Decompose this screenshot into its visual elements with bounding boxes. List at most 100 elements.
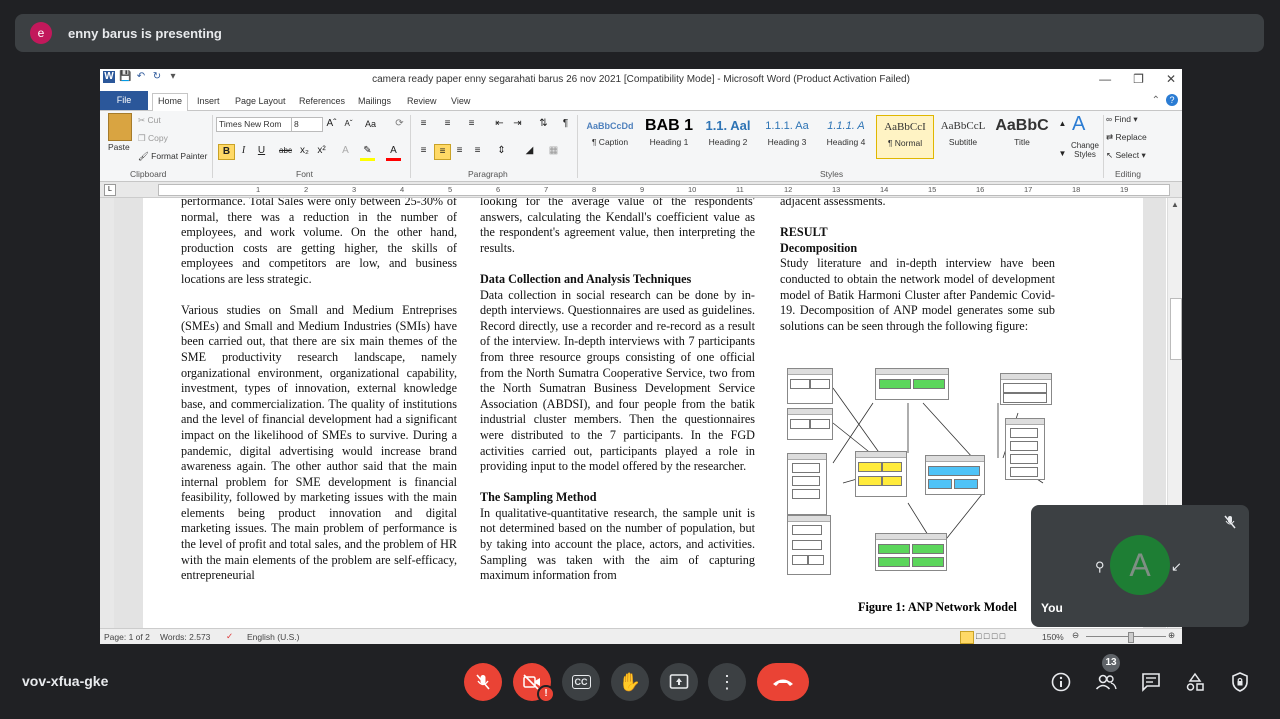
- zoom-slider-thumb[interactable]: [1128, 632, 1134, 643]
- text-effects-icon[interactable]: A: [338, 144, 353, 158]
- tab-file[interactable]: File: [100, 91, 148, 110]
- style-caption[interactable]: AaBbCcDd ¶ Caption: [582, 115, 638, 157]
- shading-icon[interactable]: ◢: [522, 144, 537, 158]
- format-painter-button[interactable]: 🖌 Format Painter: [138, 151, 207, 162]
- clear-formatting-icon[interactable]: ⟳: [392, 117, 407, 131]
- find-button[interactable]: ∞ Find ▾: [1106, 114, 1138, 125]
- sort-icon[interactable]: ⇅: [536, 117, 551, 131]
- word-count[interactable]: Words: 2.573: [160, 632, 210, 642]
- styles-scroll-up-icon[interactable]: ▲: [1055, 117, 1070, 131]
- paste-icon[interactable]: [108, 113, 132, 141]
- align-left-icon[interactable]: ≡: [416, 144, 431, 158]
- tab-page-layout[interactable]: Page Layout: [235, 96, 286, 106]
- self-view-tile[interactable]: A ⚲ ↙ You: [1031, 505, 1249, 627]
- activities-button[interactable]: [1181, 668, 1209, 696]
- change-styles-icon[interactable]: A: [1072, 113, 1085, 136]
- clipboard-group-label: Clipboard: [130, 169, 167, 179]
- grow-font-icon[interactable]: Aˆ: [324, 117, 339, 131]
- people-button[interactable]: 13: [1092, 654, 1120, 696]
- style-heading-2[interactable]: 1.1. Aal Heading 2: [700, 115, 756, 157]
- raise-hand-button[interactable]: ✋: [611, 663, 649, 701]
- document-area[interactable]: performance. Total Sales were only betwe…: [114, 198, 1166, 629]
- change-case-icon[interactable]: Aa: [363, 117, 378, 131]
- ruler-scale[interactable]: 1 2 3 4 5 6 7 8 9 10 11 12 13 14 15 16 17 18 19: [158, 184, 1170, 196]
- style-heading-4[interactable]: 1.1.1. A Heading 4: [818, 115, 874, 157]
- document-page[interactable]: performance. Total Sales were only betwe…: [143, 198, 1143, 629]
- multilevel-list-icon[interactable]: ≡: [464, 117, 479, 131]
- paragraph: In qualitative-quantitative research, th…: [480, 505, 755, 583]
- help-icon[interactable]: ?: [1166, 94, 1178, 106]
- style-normal[interactable]: AaBbCcI ¶ Normal: [876, 115, 934, 159]
- cut-button[interactable]: ✂ Cut: [138, 115, 161, 126]
- shrink-font-icon[interactable]: Aˇ: [341, 117, 356, 131]
- increase-indent-icon[interactable]: ⇥: [510, 117, 525, 131]
- scroll-up-icon[interactable]: ▲: [1171, 200, 1179, 209]
- select-button[interactable]: ↖ Select ▾: [1106, 150, 1146, 161]
- style-heading-3[interactable]: 1.1.1. Aa Heading 3: [759, 115, 815, 157]
- decrease-indent-icon[interactable]: ⇤: [492, 117, 507, 131]
- numbering-icon[interactable]: ≡: [440, 117, 455, 131]
- font-name-select[interactable]: Times New Rom: [216, 117, 292, 132]
- language[interactable]: English (U.S.): [247, 632, 299, 642]
- style-subtitle[interactable]: AaBbCcL Subtitle: [935, 115, 991, 157]
- scroll-thumb[interactable]: [1170, 298, 1182, 360]
- highlight-icon[interactable]: ✎: [360, 144, 375, 161]
- subscript-icon[interactable]: x₂: [297, 144, 312, 158]
- bold-icon[interactable]: B: [218, 144, 235, 160]
- font-size-select[interactable]: 8: [291, 117, 323, 132]
- ruler-number: 18: [1072, 185, 1081, 194]
- restore-icon[interactable]: ❐: [1133, 72, 1144, 86]
- superscript-icon[interactable]: x²: [314, 144, 329, 158]
- tab-review[interactable]: Review: [407, 96, 437, 106]
- tab-insert[interactable]: Insert: [197, 96, 220, 106]
- mic-toggle-button[interactable]: [464, 663, 502, 701]
- zoom-level[interactable]: 150%: [1042, 632, 1064, 642]
- tab-selector-icon[interactable]: L: [104, 184, 116, 196]
- change-styles-button[interactable]: Change Styles: [1066, 141, 1104, 159]
- justify-icon[interactable]: ≡: [470, 144, 485, 158]
- style-heading-1[interactable]: BAB 1 Heading 1: [641, 115, 697, 157]
- end-call-button[interactable]: [757, 663, 809, 701]
- page-count[interactable]: Page: 1 of 2: [104, 632, 150, 642]
- tab-references[interactable]: References: [299, 96, 345, 106]
- captions-button[interactable]: CC: [562, 663, 600, 701]
- minimize-tile-icon[interactable]: ↙: [1171, 559, 1182, 575]
- ribbon-minimize-icon[interactable]: ⌃: [1152, 95, 1160, 106]
- zoom-out-icon[interactable]: ⊖: [1072, 630, 1079, 641]
- tab-view[interactable]: View: [451, 96, 470, 106]
- zoom-slider[interactable]: [1086, 636, 1166, 637]
- show-formatting-icon[interactable]: ¶: [558, 117, 573, 131]
- chat-button[interactable]: [1137, 668, 1165, 696]
- bullets-icon[interactable]: ≡: [416, 117, 431, 131]
- proofing-icon[interactable]: ✓: [226, 631, 233, 642]
- view-icons[interactable]: □ □ □ □: [976, 631, 1005, 641]
- close-icon[interactable]: ✕: [1166, 72, 1176, 86]
- muted-mic-icon: [1223, 515, 1237, 532]
- italic-icon[interactable]: I: [236, 144, 251, 158]
- paste-button[interactable]: Paste: [108, 142, 130, 152]
- replace-button[interactable]: ⇄ Replace: [1106, 132, 1147, 143]
- style-title[interactable]: AaBbC Title: [994, 115, 1050, 157]
- ruler-number: 1: [256, 185, 261, 194]
- tab-mailings[interactable]: Mailings: [358, 96, 391, 106]
- meeting-details-button[interactable]: [1047, 668, 1075, 696]
- copy-button[interactable]: ❐ Copy: [138, 133, 168, 144]
- pin-icon[interactable]: ⚲: [1095, 559, 1105, 575]
- align-center-icon[interactable]: ≡: [434, 144, 451, 160]
- camera-toggle-button[interactable]: !: [513, 663, 555, 703]
- tab-home[interactable]: Home: [152, 93, 189, 112]
- paragraph: Data collection in social research can b…: [480, 287, 755, 474]
- present-button[interactable]: [660, 663, 698, 701]
- ribbon-tabs: File Home Insert Page Layout References …: [100, 91, 1182, 112]
- align-right-icon[interactable]: ≡: [452, 144, 467, 158]
- minimize-icon[interactable]: —: [1099, 72, 1111, 86]
- zoom-in-icon[interactable]: ⊕: [1168, 630, 1175, 641]
- strikethrough-icon[interactable]: abc: [278, 144, 293, 158]
- host-controls-button[interactable]: [1226, 668, 1254, 696]
- line-spacing-icon[interactable]: ⇕: [494, 144, 509, 158]
- font-color-icon[interactable]: A: [386, 144, 401, 161]
- underline-icon[interactable]: U: [254, 144, 269, 158]
- borders-icon[interactable]: ▦: [546, 144, 561, 158]
- print-layout-icon[interactable]: [960, 631, 974, 644]
- more-options-button[interactable]: ⋮: [708, 663, 746, 701]
